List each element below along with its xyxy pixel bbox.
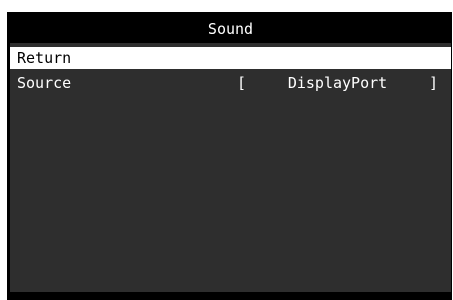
source-value[interactable]: DisplayPort [265,72,410,94]
menu-item-source[interactable]: Source [ DisplayPort ] [10,72,451,94]
osd-panel: Sound Return Source [ DisplayPort ] [10,15,451,292]
osd-window: Sound Return Source [ DisplayPort ] [7,12,452,300]
menu-item-label: Source [17,74,72,92]
menu-title: Sound [10,15,451,43]
value-bracket-right: ] [429,74,439,92]
menu-item-label: Return [17,49,72,67]
menu-item-return[interactable]: Return [10,47,451,69]
value-bracket-left: [ [237,74,247,92]
